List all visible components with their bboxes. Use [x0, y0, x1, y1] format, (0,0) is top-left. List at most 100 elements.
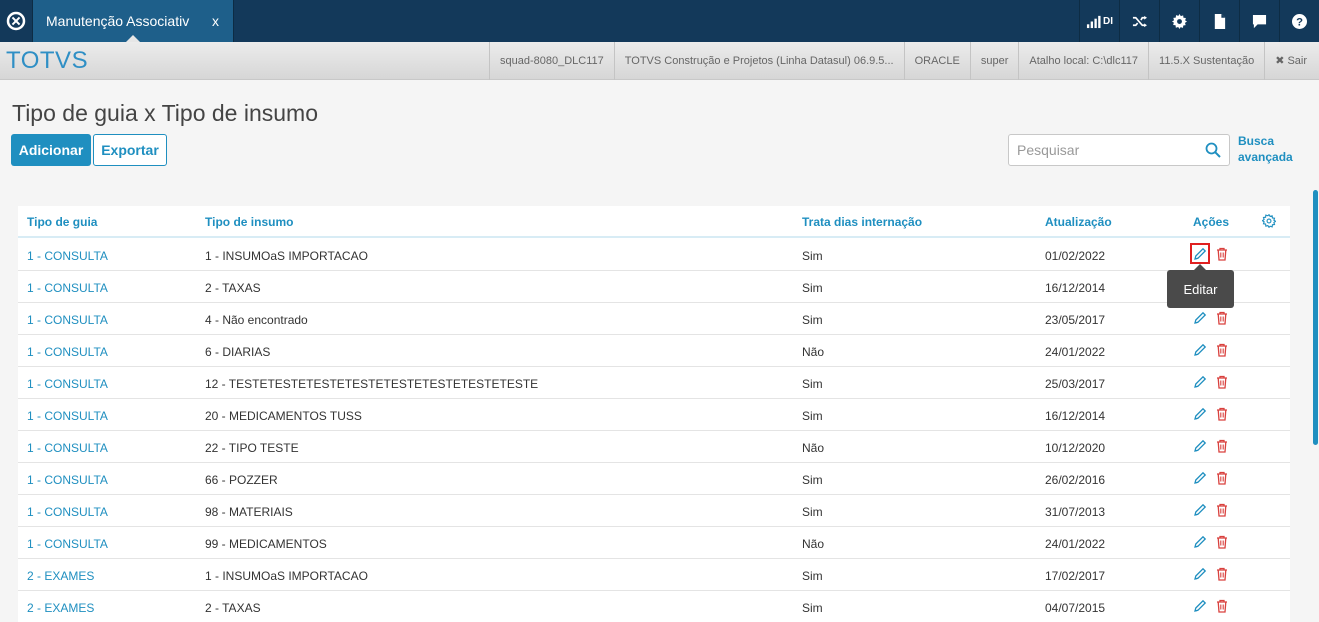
cell-tipo-de-guia[interactable]: 1 - CONSULTA — [27, 281, 108, 295]
cell-atualizacao: 24/01/2022 — [1045, 537, 1106, 551]
cell-tipo-de-guia[interactable]: 1 - CONSULTA — [27, 441, 108, 455]
cell-tipo-de-insumo: 1 - INSUMOaS IMPORTACAO — [205, 249, 368, 263]
cell-trata-dias: Sim — [802, 409, 823, 423]
table-header: Tipo de guia Tipo de insumo Trata dias i… — [18, 206, 1290, 238]
delete-trash-icon[interactable] — [1215, 311, 1229, 325]
export-button[interactable]: Exportar — [93, 134, 167, 166]
header-atualizacao[interactable]: Atualização — [1045, 215, 1112, 229]
edit-pencil-icon[interactable] — [1193, 471, 1207, 485]
cell-trata-dias: Sim — [802, 601, 823, 615]
cell-tipo-de-insumo: 66 - POZZER — [205, 473, 278, 487]
delete-trash-icon[interactable] — [1215, 567, 1229, 581]
advanced-search-link[interactable]: Busca avançada — [1238, 133, 1298, 165]
cell-tipo-de-insumo: 2 - TAXAS — [205, 601, 261, 615]
cell-tipo-de-guia[interactable]: 1 - CONSULTA — [27, 249, 108, 263]
search-icon[interactable] — [1205, 142, 1221, 158]
header-tipo-de-insumo[interactable]: Tipo de insumo — [205, 215, 293, 229]
signal-di-button[interactable]: DI — [1079, 0, 1119, 42]
cell-tipo-de-guia[interactable]: 1 - CONSULTA — [27, 505, 108, 519]
cell-trata-dias: Sim — [802, 505, 823, 519]
table-row: 2 - EXAMES 1 - INSUMOaS IMPORTACAO Sim 17/0… — [18, 559, 1290, 591]
document-icon — [1214, 13, 1226, 29]
edit-pencil-icon[interactable] — [1193, 311, 1207, 325]
cell-atualizacao: 04/07/2015 — [1045, 601, 1106, 615]
cell-atualizacao: 25/03/2017 — [1045, 377, 1106, 391]
advanced-search-line1: Busca — [1238, 134, 1275, 148]
data-table: Tipo de guia Tipo de insumo Trata dias i… — [18, 206, 1290, 622]
table-row: 1 - CONSULTA 99 - MEDICAMENTOS Não 24/01/20… — [18, 527, 1290, 559]
settings-button[interactable] — [1159, 0, 1199, 42]
delete-trash-icon[interactable] — [1215, 535, 1229, 549]
close-icon: ✖ — [1275, 55, 1285, 67]
edit-pencil-icon[interactable] — [1193, 567, 1207, 581]
edit-pencil-icon[interactable] — [1193, 503, 1207, 517]
totvs-logo-icon[interactable] — [0, 0, 32, 42]
table-row: 1 - CONSULTA 6 - DIARIAS Não 24/01/2022 — [18, 335, 1290, 367]
top-bar: Manutenção Associativ x DI ? — [0, 0, 1319, 42]
edit-pencil-icon[interactable] — [1193, 439, 1207, 453]
add-button[interactable]: Adicionar — [11, 134, 91, 166]
chat-button[interactable] — [1239, 0, 1279, 42]
table-row: 2 - EXAMES 2 - TAXAS Sim 04/07/2015 — [18, 591, 1290, 622]
advanced-search-line2: avançada — [1238, 150, 1293, 164]
delete-trash-icon[interactable] — [1215, 503, 1229, 517]
info-bar: TOTVS squad-8080_DLC117 TOTVS Construção… — [0, 41, 1319, 80]
cell-tipo-de-insumo: 2 - TAXAS — [205, 281, 261, 295]
table-row: 1 - CONSULTA 1 - INSUMOaS IMPORTACAO Sim 01… — [18, 239, 1290, 271]
search-box — [1008, 134, 1230, 166]
cell-atualizacao: 17/02/2017 — [1045, 569, 1106, 583]
table-row: 1 - CONSULTA 12 - TESTETESTETESTETESTETES… — [18, 367, 1290, 399]
delete-trash-icon[interactable] — [1215, 599, 1229, 613]
edit-pencil-icon[interactable] — [1193, 535, 1207, 549]
delete-trash-icon[interactable] — [1215, 471, 1229, 485]
cell-tipo-de-guia[interactable]: 1 - CONSULTA — [27, 345, 108, 359]
delete-trash-icon[interactable] — [1215, 343, 1229, 357]
document-button[interactable] — [1199, 0, 1239, 42]
header-tipo-de-guia[interactable]: Tipo de guia — [27, 215, 97, 229]
cell-tipo-de-insumo: 4 - Não encontrado — [205, 313, 308, 327]
edit-pencil-icon[interactable] — [1193, 375, 1207, 389]
edit-pencil-icon[interactable] — [1193, 599, 1207, 613]
cell-tipo-de-guia[interactable]: 1 - CONSULTA — [27, 377, 108, 391]
cell-tipo-de-guia[interactable]: 2 - EXAMES — [27, 569, 94, 583]
delete-trash-icon[interactable] — [1215, 407, 1229, 421]
edit-pencil-icon[interactable] — [1193, 407, 1207, 421]
info-database: ORACLE — [903, 41, 970, 80]
tab-close-icon[interactable]: x — [212, 13, 219, 29]
info-version: 11.5.X Sustentação — [1148, 41, 1264, 80]
cell-tipo-de-guia[interactable]: 2 - EXAMES — [27, 601, 94, 615]
delete-trash-icon[interactable] — [1215, 247, 1229, 261]
cell-tipo-de-guia[interactable]: 1 - CONSULTA — [27, 409, 108, 423]
table-row: 1 - CONSULTA 66 - POZZER Sim 26/02/2016 — [18, 463, 1290, 495]
header-trata-dias[interactable]: Trata dias internação — [802, 215, 922, 229]
cell-tipo-de-insumo: 22 - TIPO TESTE — [205, 441, 299, 455]
tab-manutencao[interactable]: Manutenção Associativ x — [32, 0, 234, 42]
cell-tipo-de-guia[interactable]: 1 - CONSULTA — [27, 313, 108, 327]
edit-pencil-icon[interactable] — [1193, 343, 1207, 357]
tab-caret — [126, 35, 140, 42]
page-title: Tipo de guia x Tipo de insumo — [12, 100, 318, 126]
cell-atualizacao: 23/05/2017 — [1045, 313, 1106, 327]
info-user: super — [969, 41, 1019, 80]
help-icon: ? — [1292, 13, 1307, 29]
cell-atualizacao: 24/01/2022 — [1045, 345, 1106, 359]
column-settings-gear-icon[interactable] — [1262, 214, 1276, 228]
svg-text:?: ? — [1296, 16, 1303, 28]
cell-trata-dias: Não — [802, 441, 825, 455]
shuffle-button[interactable] — [1119, 0, 1159, 42]
cell-tipo-de-insumo: 99 - MEDICAMENTOS — [205, 537, 327, 551]
cell-trata-dias: Sim — [802, 249, 823, 263]
delete-trash-icon[interactable] — [1215, 439, 1229, 453]
search-input[interactable] — [1009, 135, 1189, 165]
delete-trash-icon[interactable] — [1215, 375, 1229, 389]
shuffle-icon — [1132, 15, 1147, 27]
info-product: TOTVS Construção e Projetos (Linha Datas… — [613, 41, 904, 80]
cell-trata-dias: Não — [802, 345, 825, 359]
cell-tipo-de-guia[interactable]: 1 - CONSULTA — [27, 473, 108, 487]
scrollbar[interactable] — [1313, 190, 1318, 445]
cell-tipo-de-guia[interactable]: 1 - CONSULTA — [27, 537, 108, 551]
cell-atualizacao: 10/12/2020 — [1045, 441, 1106, 455]
exit-button[interactable]: ✖ Sair — [1264, 41, 1317, 80]
table-row: 1 - CONSULTA 20 - MEDICAMENTOS TUSS Sim 16/… — [18, 399, 1290, 431]
help-button[interactable]: ? — [1279, 0, 1319, 42]
